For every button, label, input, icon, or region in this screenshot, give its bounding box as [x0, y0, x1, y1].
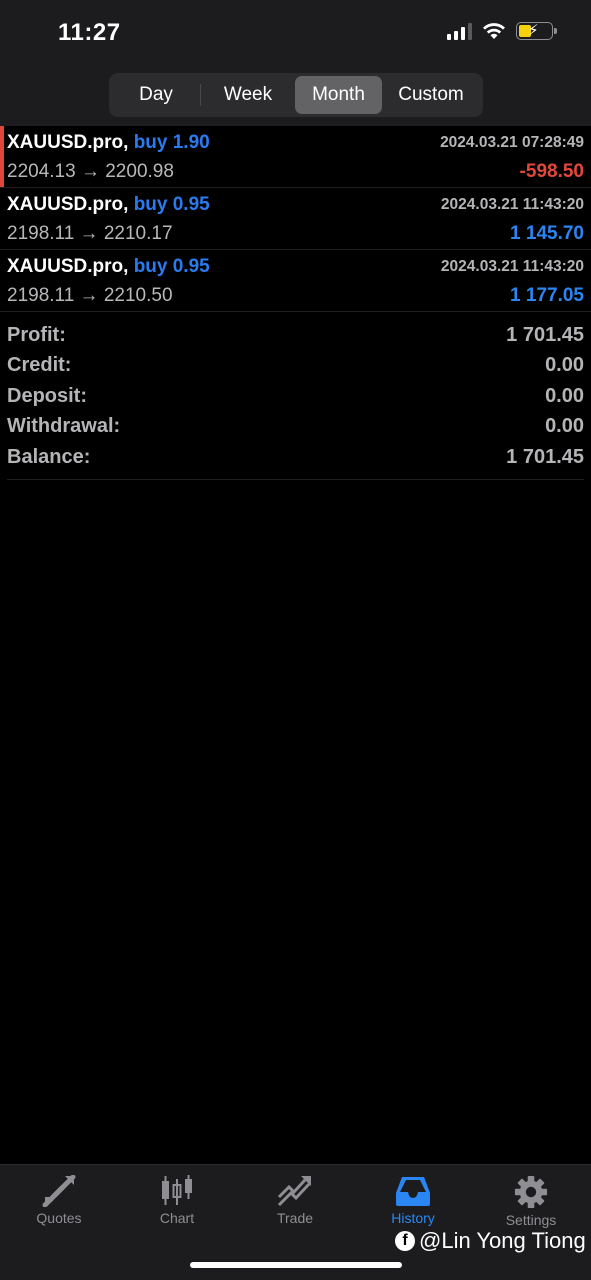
- cellular-signal-icon: [447, 22, 472, 40]
- trade-symbol: XAUUSD.pro, buy 0.95: [7, 256, 210, 277]
- trade-icon: [277, 1176, 311, 1207]
- watermark-text: @Lin Yong Tiong: [419, 1228, 586, 1253]
- summary-withdrawal-row: Withdrawal: 0.00: [7, 412, 584, 443]
- facebook-icon: f: [395, 1231, 415, 1251]
- trade-profit: -598.50: [519, 161, 584, 182]
- tab-settings[interactable]: Settings: [472, 1165, 590, 1237]
- settings-icon: [514, 1175, 548, 1209]
- summary-withdrawal-label: Withdrawal:: [7, 415, 121, 438]
- wifi-icon: [483, 23, 505, 39]
- summary-withdrawal-value: 0.00: [545, 415, 584, 438]
- trade-row[interactable]: XAUUSD.pro, buy 1.90 2024.03.21 07:28:49…: [0, 126, 591, 188]
- battery-icon: ⚡: [516, 22, 557, 40]
- trade-row[interactable]: XAUUSD.pro, buy 0.95 2024.03.21 11:43:20…: [0, 188, 591, 250]
- screen: 11:27 ⚡ Day Week Month Custom XAUUSD.pro…: [0, 0, 591, 1280]
- tab-quotes-label: Quotes: [36, 1210, 82, 1226]
- trade-symbol: XAUUSD.pro, buy 1.90: [7, 132, 210, 153]
- summary-profit-value: 1 701.45: [506, 323, 584, 346]
- home-indicator[interactable]: [190, 1262, 402, 1268]
- trade-symbol: XAUUSD.pro, buy 0.95: [7, 194, 210, 215]
- tab-trade[interactable]: Trade: [236, 1165, 354, 1237]
- summary-profit-row: Profit: 1 701.45: [7, 320, 584, 351]
- tab-week[interactable]: Week: [201, 76, 295, 114]
- summary-profit-label: Profit:: [7, 323, 66, 346]
- tab-history-label: History: [391, 1210, 435, 1226]
- trade-side: buy 1.90: [133, 132, 210, 153]
- trade-datetime: 2024.03.21 07:28:49: [440, 134, 584, 151]
- summary-credit-value: 0.00: [545, 354, 584, 377]
- tab-chart[interactable]: Chart: [118, 1165, 236, 1237]
- trade-profit: 1 177.05: [510, 285, 584, 306]
- trade-prices: 2198.11 → 2210.17: [7, 223, 173, 244]
- tab-month[interactable]: Month: [295, 76, 382, 114]
- tab-chart-label: Chart: [159, 1210, 195, 1226]
- trade-side: buy 0.95: [133, 256, 210, 277]
- tab-custom[interactable]: Custom: [382, 76, 480, 114]
- summary-deposit-row: Deposit: 0.00: [7, 381, 584, 412]
- trade-datetime: 2024.03.21 11:43:20: [440, 258, 584, 275]
- trade-datetime: 2024.03.21 11:43:20: [440, 196, 584, 213]
- period-selector-area: Day Week Month Custom: [0, 64, 591, 126]
- trade-side: buy 0.95: [133, 194, 210, 215]
- tab-history[interactable]: History: [354, 1165, 472, 1237]
- watermark: f @Lin Yong Tiong: [395, 1228, 586, 1254]
- chart-icon: [162, 1175, 192, 1205]
- summary-deposit-value: 0.00: [545, 384, 584, 407]
- trade-row[interactable]: XAUUSD.pro, buy 0.95 2024.03.21 11:43:20…: [0, 250, 591, 312]
- summary-credit-row: Credit: 0.00: [7, 351, 584, 382]
- account-summary: Profit: 1 701.45 Credit: 0.00 Deposit: 0…: [7, 320, 584, 480]
- summary-balance-label: Balance:: [7, 445, 91, 468]
- status-bar: 11:27 ⚡: [0, 0, 591, 64]
- quotes-icon: [42, 1175, 76, 1207]
- period-segmented-control: Day Week Month Custom: [109, 73, 483, 117]
- summary-credit-label: Credit:: [7, 354, 72, 377]
- status-icons: ⚡: [447, 22, 557, 40]
- history-icon: [396, 1177, 430, 1206]
- summary-deposit-label: Deposit:: [7, 384, 87, 407]
- status-time: 11:27: [58, 19, 121, 46]
- trade-profit: 1 145.70: [510, 223, 584, 244]
- summary-balance-row: Balance: 1 701.45: [7, 442, 584, 473]
- tab-trade-label: Trade: [276, 1210, 314, 1226]
- trade-prices: 2198.11 → 2210.50: [7, 285, 173, 306]
- tab-settings-label: Settings: [505, 1212, 557, 1228]
- tab-quotes[interactable]: Quotes: [0, 1165, 118, 1237]
- summary-balance-value: 1 701.45: [506, 445, 584, 468]
- trade-history-list: XAUUSD.pro, buy 1.90 2024.03.21 07:28:49…: [0, 126, 591, 312]
- trade-prices: 2204.13 → 2200.98: [7, 161, 174, 182]
- tab-day[interactable]: Day: [112, 76, 200, 114]
